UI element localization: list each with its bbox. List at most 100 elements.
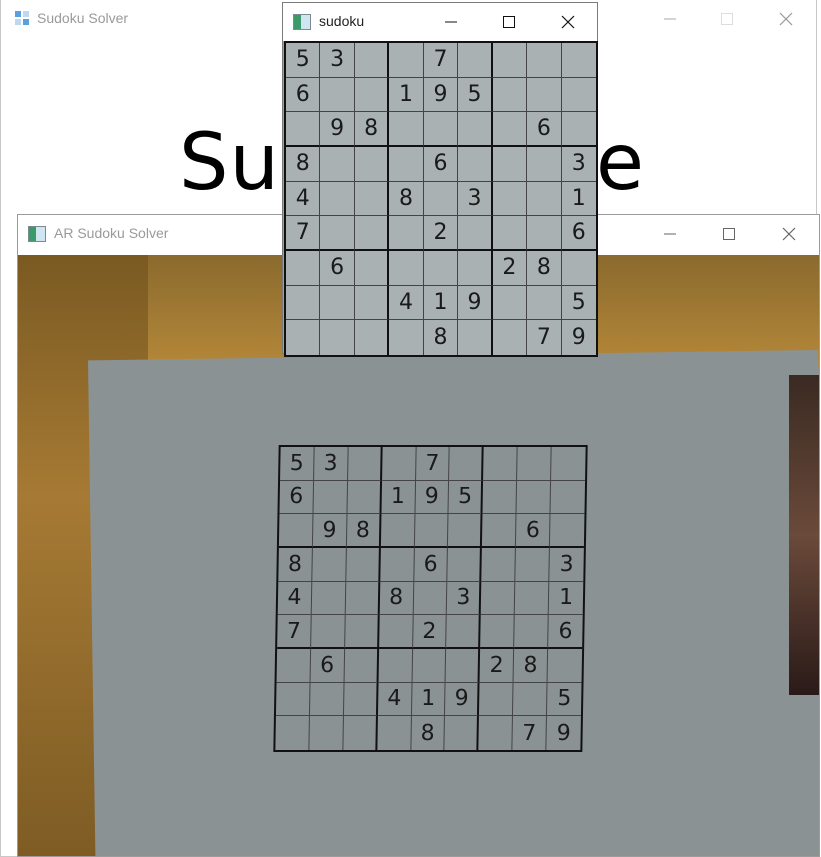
sudoku-grid-cell: 1 — [561, 182, 596, 217]
ar-grid-cell: 1 — [548, 581, 584, 616]
ar-grid-cell: 4 — [377, 682, 413, 717]
ar-grid-cell: 6 — [413, 548, 449, 582]
sudoku-grid-cell — [286, 285, 321, 321]
main-heading-right: e — [596, 118, 645, 208]
sudoku-grid-cell — [389, 251, 424, 286]
ar-grid-cell — [413, 581, 448, 616]
ar-grid-cell: 1 — [411, 682, 446, 717]
sudoku-grid-cell — [320, 147, 355, 182]
maximize-icon — [721, 13, 733, 25]
ar-grid-cell — [378, 615, 414, 649]
ar-grid-cell — [513, 682, 548, 717]
sudoku-grid-cell: 1 — [423, 285, 459, 321]
ar-grid-cell — [344, 615, 380, 649]
sudoku-grid-cell — [458, 216, 493, 251]
ar-grid-cell: 5 — [448, 480, 484, 515]
sudoku-grid-cell — [492, 43, 528, 78]
sudoku-grid-cell — [492, 112, 528, 147]
ar-grid-cell — [517, 447, 552, 481]
sudoku-grid-cell — [389, 112, 424, 147]
ar-grid-cell — [343, 716, 378, 750]
ar-grid-cell — [378, 649, 413, 683]
ar-grid-cell: 6 — [310, 649, 345, 683]
sudoku-grid-cell: 4 — [389, 285, 424, 321]
sudoku-grid: 537619598686348317266284195879 — [284, 41, 598, 357]
ar-grid-cell — [380, 514, 416, 548]
ar-grid-cell — [379, 548, 415, 582]
minimize-icon — [445, 21, 457, 23]
ar-grid-cell: 3 — [447, 581, 482, 616]
ar-close-button[interactable] — [766, 215, 812, 253]
ar-grid-cell — [478, 716, 514, 750]
sudoku-grid-cell — [458, 43, 493, 78]
main-window-title: Sudoku Solver — [37, 10, 129, 26]
sudoku-grid-cell — [492, 77, 528, 113]
ar-grid-cell: 8 — [410, 716, 446, 750]
sudoku-grid-cell — [286, 320, 321, 355]
ar-grid-cell — [276, 649, 311, 683]
sudoku-grid-cell — [320, 77, 355, 113]
close-icon — [779, 12, 793, 26]
sudoku-grid-cell — [354, 216, 390, 251]
sudoku-grid-cell: 1 — [389, 77, 424, 113]
minimize-icon — [664, 233, 676, 235]
sudoku-grid-cell — [458, 251, 493, 286]
sudoku-grid-cell — [320, 216, 355, 251]
ar-grid-cell: 9 — [312, 514, 348, 548]
ar-grid-cell — [448, 514, 483, 548]
sudoku-grid-cell — [423, 112, 459, 147]
sudoku-grid-cell: 9 — [458, 285, 493, 321]
sudoku-grid-cell — [492, 181, 528, 217]
ar-grid-cell — [482, 514, 517, 548]
ar-grid-cell — [381, 447, 417, 481]
ar-maximize-button[interactable] — [706, 215, 752, 253]
sudoku-maximize-button[interactable] — [486, 3, 532, 41]
sudoku-grid-cell: 9 — [320, 112, 355, 147]
sudoku-grid-cell — [527, 181, 562, 217]
main-maximize-button[interactable] — [704, 0, 750, 38]
ar-grid-cell: 2 — [412, 615, 448, 649]
sudoku-grid-cell: 6 — [561, 216, 596, 251]
sudoku-grid-cell — [527, 285, 562, 321]
sudoku-grid-cell: 4 — [286, 181, 321, 217]
ar-grid-cell — [449, 447, 484, 481]
sudoku-grid-cell: 3 — [320, 43, 355, 78]
main-minimize-button[interactable] — [647, 0, 693, 38]
ar-grid-cell — [377, 716, 412, 750]
ar-grid-cell — [482, 480, 518, 515]
ar-grid-cell: 8 — [379, 581, 414, 616]
app-icon — [28, 226, 46, 242]
sudoku-grid-cell — [561, 251, 596, 286]
ar-minimize-button[interactable] — [647, 215, 693, 253]
sudoku-grid-cell — [492, 285, 528, 321]
sudoku-grid-cell — [493, 320, 528, 355]
sudoku-close-button[interactable] — [545, 3, 591, 41]
sudoku-grid-cell: 3 — [561, 147, 596, 182]
ar-grid-cell: 5 — [280, 447, 315, 481]
ar-grid-cell: 8 — [346, 514, 382, 548]
ar-grid-cell — [481, 548, 517, 582]
maximize-icon — [503, 16, 515, 28]
sudoku-grid-cell: 3 — [458, 181, 493, 217]
main-close-button[interactable] — [763, 0, 809, 38]
ar-grid-cell — [480, 615, 515, 649]
sudoku-grid-cell — [354, 77, 390, 113]
sudoku-grid-cell — [458, 320, 493, 355]
close-icon — [782, 227, 796, 241]
ar-grid-cell — [446, 615, 482, 649]
sudoku-grid-cell: 8 — [354, 112, 390, 147]
ar-grid-cell — [346, 548, 381, 582]
ar-grid-cell: 2 — [479, 649, 515, 683]
sudoku-minimize-button[interactable] — [428, 3, 474, 41]
sudoku-grid-cell — [527, 77, 562, 113]
ar-grid-cell: 8 — [278, 548, 313, 582]
ar-sudoku-grid: 537619598686348317266284195879 — [273, 445, 588, 752]
sudoku-titlebar[interactable]: sudoku — [283, 3, 597, 41]
sudoku-grid-cell — [320, 285, 355, 321]
sudoku-grid-cell — [527, 216, 562, 251]
sudoku-grid-cell — [561, 43, 596, 78]
ar-grid-cell — [514, 581, 550, 616]
sudoku-grid-cell — [354, 285, 390, 321]
app-icon — [13, 9, 33, 29]
ar-grid-cell — [414, 514, 449, 548]
